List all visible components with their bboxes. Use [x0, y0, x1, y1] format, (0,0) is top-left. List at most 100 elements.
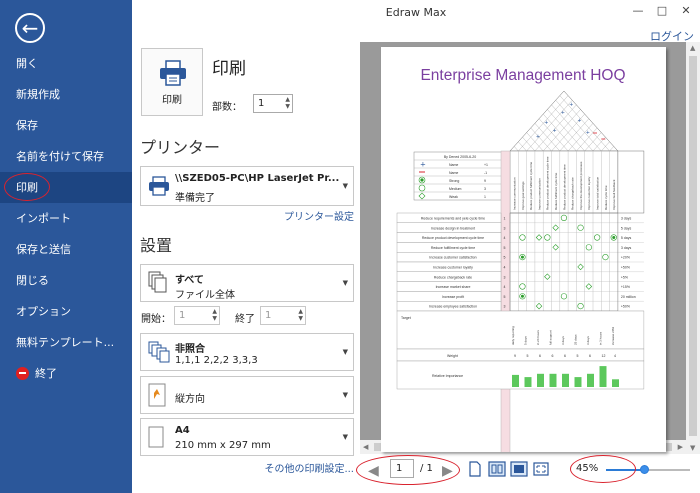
zoom-slider[interactable]: [606, 465, 690, 474]
print-button-label: 印刷: [162, 95, 182, 106]
maximize-icon[interactable]: □: [652, 3, 672, 19]
minimize-icon[interactable]: —: [628, 3, 648, 19]
requirement-weight: 5: [504, 295, 506, 299]
previous-page-icon[interactable]: ◀: [368, 463, 379, 479]
importance-bar: [549, 373, 557, 387]
copies-input[interactable]: 1 ▲ ▼: [253, 94, 293, 113]
column-header: Improve goal settings: [521, 181, 525, 210]
single-page-view-icon[interactable]: [466, 460, 484, 478]
relation-mark: [577, 224, 584, 231]
requirement-target: +50%: [621, 305, 630, 309]
copies-spinner[interactable]: ▲ ▼: [285, 96, 290, 110]
start-page-spinner[interactable]: ▲ ▼: [212, 308, 217, 322]
requirement-label: Increase customer satisfaction: [429, 256, 476, 260]
end-page-input[interactable]: 1 ▲ ▼: [260, 306, 306, 325]
roof-plus-icon: +: [544, 120, 548, 126]
sidebar-item-3[interactable]: 名前を付けて保存: [0, 141, 132, 172]
sidebar-item-10[interactable]: 終了: [0, 358, 132, 389]
legend-label: Name: [449, 171, 458, 175]
legend-value: 1: [484, 195, 486, 199]
sidebar-item-9[interactable]: 無料テンプレート...: [0, 327, 132, 358]
fit-page-view-icon[interactable]: [510, 460, 528, 478]
legend-value: 9: [484, 179, 486, 183]
printer-dropdown[interactable]: \\SZED05-PC\HP LaserJet Pr... 準備完了 ▼: [140, 166, 354, 206]
printer-settings-link[interactable]: プリンター設定: [284, 208, 354, 223]
printer-icon: [160, 60, 186, 86]
collate-dropdown[interactable]: 非照合 1,1,1 2,2,2 3,3,3 ▼: [140, 333, 354, 371]
sidebar-item-label: 新規作成: [16, 88, 60, 101]
relation-mark: [519, 283, 526, 290]
sidebar-item-4[interactable]: 印刷: [0, 172, 132, 203]
collate-icon: [148, 341, 170, 363]
requirement-label: Increase market share: [436, 285, 471, 289]
column-header: Reduce cycle time: [604, 185, 608, 210]
relation-mark: [519, 234, 526, 241]
copies-label: 部数：: [212, 102, 242, 113]
target-value: full support: [549, 330, 553, 345]
weight-strip: [500, 150, 511, 462]
requirement-target: 3 days: [621, 217, 632, 221]
column-header: Improve fault feedback: [612, 179, 616, 210]
sidebar-item-label: 閉じる: [16, 274, 49, 287]
page-number-input[interactable]: 1: [390, 459, 414, 478]
sidebar-item-label: 無料テンプレート...: [16, 336, 115, 349]
scroll-right-icon[interactable]: ▶: [678, 443, 683, 451]
requirement-label: Reduce chargeback rate: [434, 275, 472, 279]
app-title: Edraw Max: [385, 6, 447, 19]
requirement-target: +5%: [621, 275, 628, 279]
paper-size-dropdown[interactable]: A4 210 mm x 297 mm ▼: [140, 418, 354, 456]
requirement-label: Increase employee satisfaction: [429, 305, 477, 309]
sidebar-item-6[interactable]: 保存と送信: [0, 234, 132, 265]
scroll-up-icon[interactable]: ▲: [690, 44, 695, 52]
orientation-value: 縦方向: [175, 394, 205, 405]
other-print-settings-link[interactable]: その他の印刷設定...: [264, 460, 354, 475]
importance-bar: [587, 373, 594, 387]
weight-row: [396, 348, 645, 362]
scroll-down-icon[interactable]: ▼: [690, 444, 695, 452]
requirement-weight: 3: [504, 305, 506, 309]
legend-label: Name: [449, 163, 458, 167]
sidebar-item-label: インポート: [16, 212, 71, 225]
chevron-down-icon: ▼: [342, 391, 348, 399]
close-icon[interactable]: ✕: [676, 3, 696, 19]
sidebar-item-0[interactable]: 開く: [0, 48, 132, 79]
column-header: Reduce chargeback rate: [571, 177, 575, 210]
sidebar-item-8[interactable]: オプション: [0, 296, 132, 327]
start-page-input[interactable]: 1 ▲ ▼: [174, 306, 220, 325]
requirement-weight: 3: [504, 226, 506, 230]
vertical-scroll-thumb[interactable]: [689, 56, 697, 436]
weight-value: 6: [564, 354, 566, 358]
legend-label: Medium: [449, 187, 462, 191]
sidebar-item-1[interactable]: 新規作成: [0, 79, 132, 110]
weak-mark: [535, 302, 543, 310]
requirement-weight: 5: [504, 256, 506, 260]
print-range-dropdown[interactable]: すべて ファイル全体 ▼: [140, 264, 354, 302]
target-value: 25 days: [574, 334, 578, 345]
orientation-dropdown[interactable]: 縦方向 ▼: [140, 376, 354, 414]
sidebar-item-7[interactable]: 閉じる: [0, 265, 132, 296]
back-arrow-icon[interactable]: ←: [15, 13, 45, 43]
sidebar-item-5[interactable]: インポート: [0, 203, 132, 234]
two-page-view-icon[interactable]: [488, 460, 506, 478]
scroll-left-icon[interactable]: ◀: [363, 443, 368, 451]
column-header: Improve communication: [537, 178, 541, 210]
weight-value: 6: [539, 354, 541, 358]
roof-plus-icon: +: [536, 134, 540, 140]
weak-mark: [552, 224, 559, 231]
weight-value: 5: [527, 354, 529, 358]
print-button[interactable]: 印刷: [141, 48, 203, 116]
zoom-slider-thumb[interactable]: [639, 465, 649, 474]
target-value: in 24 hours: [536, 330, 540, 345]
preview-toolbar: ◀ 1 / 1 ▶ 45%: [360, 454, 700, 493]
column-header: Reduce product development cycle time: [546, 156, 550, 210]
plus-icon: +: [420, 161, 426, 169]
requirement-target: 3 days: [621, 246, 632, 250]
sidebar-item-label: オプション: [16, 305, 71, 318]
end-page-spinner[interactable]: ▲ ▼: [298, 308, 303, 322]
next-page-icon[interactable]: ▶: [442, 463, 453, 479]
requirement-weight: 1: [504, 217, 506, 221]
sidebar-item-label: 印刷: [16, 181, 38, 194]
full-screen-view-icon[interactable]: [532, 460, 550, 478]
vertical-scrollbar[interactable]: ▲ ▼: [686, 42, 700, 454]
sidebar-item-2[interactable]: 保存: [0, 110, 132, 141]
